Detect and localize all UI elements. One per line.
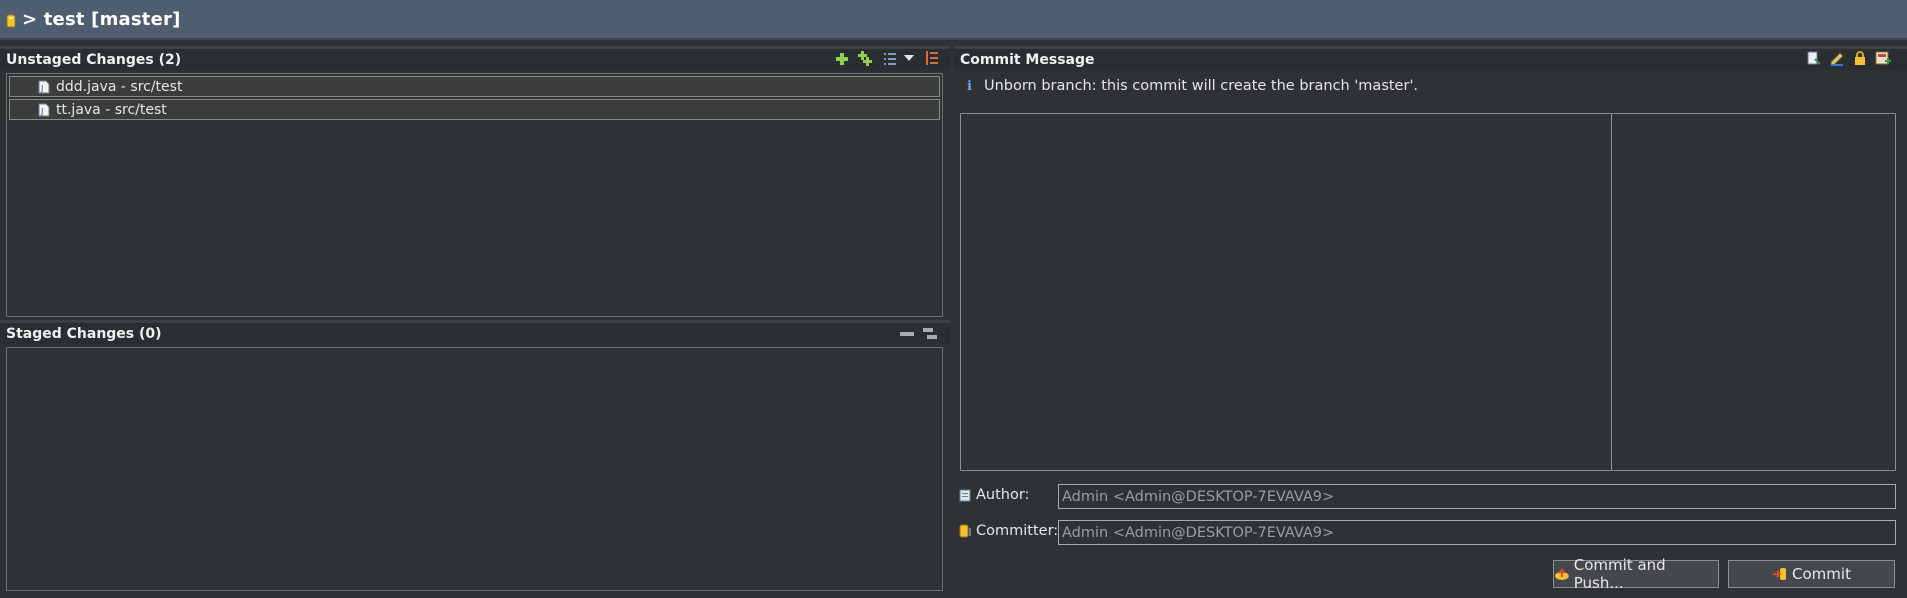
file-label: ddd.java - src/test (56, 78, 183, 95)
commit-message-header: Commit Message (954, 46, 1907, 70)
list-item[interactable]: J tt.java - src/test (9, 99, 940, 120)
unborn-branch-info: i Unborn branch: this commit will create… (967, 78, 1418, 94)
change-id-icon[interactable] (1875, 50, 1891, 66)
java-file-icon: J (38, 103, 50, 117)
svg-text:J: J (40, 84, 43, 93)
author-label: Author: (959, 487, 1029, 503)
amend-icon[interactable] (1806, 50, 1822, 66)
margin-ruler (1611, 114, 1612, 470)
push-icon (1554, 568, 1569, 580)
staged-file-list[interactable] (6, 347, 943, 591)
unstaged-changes-header: Unstaged Changes (2) (0, 46, 950, 70)
commit-message-title: Commit Message (960, 51, 1095, 68)
window-title-bar: > test [master] (0, 0, 1907, 40)
unstaged-file-list[interactable]: J ddd.java - src/test J tt.java - src/te… (6, 73, 943, 317)
committer-icon (959, 524, 971, 538)
expand-icon[interactable] (922, 326, 938, 342)
author-field[interactable]: Admin <Admin@DESKTOP-7EVAVA9> (1058, 484, 1896, 509)
add-all-icon[interactable] (857, 50, 873, 66)
info-icon: i (967, 78, 972, 94)
commit-icon (1773, 568, 1787, 580)
unstaged-changes-title: Unstaged Changes (2) (6, 51, 182, 68)
repository-icon (6, 14, 16, 28)
presentation-icon[interactable] (924, 50, 940, 66)
repository-title: > test [master] (22, 8, 181, 30)
collapse-icon[interactable] (899, 326, 915, 342)
staged-changes-header: Staged Changes (0) (0, 320, 950, 344)
list-view-icon[interactable] (882, 51, 898, 67)
sign-icon[interactable] (1852, 50, 1868, 66)
signoff-icon[interactable] (1829, 50, 1845, 66)
svg-text:J: J (40, 107, 43, 116)
commit-button[interactable]: Commit (1728, 560, 1895, 588)
author-icon (959, 489, 971, 502)
add-icon[interactable] (834, 51, 850, 67)
commit-and-push-button[interactable]: Commit and Push... (1553, 556, 1719, 592)
committer-label: Committer: (959, 523, 1058, 539)
commit-message-input[interactable] (960, 113, 1896, 471)
committer-field[interactable]: Admin <Admin@DESKTOP-7EVAVA9> (1058, 520, 1896, 545)
java-file-icon: J (38, 80, 50, 94)
staged-changes-title: Staged Changes (0) (6, 325, 162, 342)
file-label: tt.java - src/test (56, 101, 167, 118)
info-text: Unborn branch: this commit will create t… (983, 78, 1419, 94)
dropdown-icon[interactable] (903, 53, 915, 63)
list-item[interactable]: J ddd.java - src/test (9, 76, 940, 97)
